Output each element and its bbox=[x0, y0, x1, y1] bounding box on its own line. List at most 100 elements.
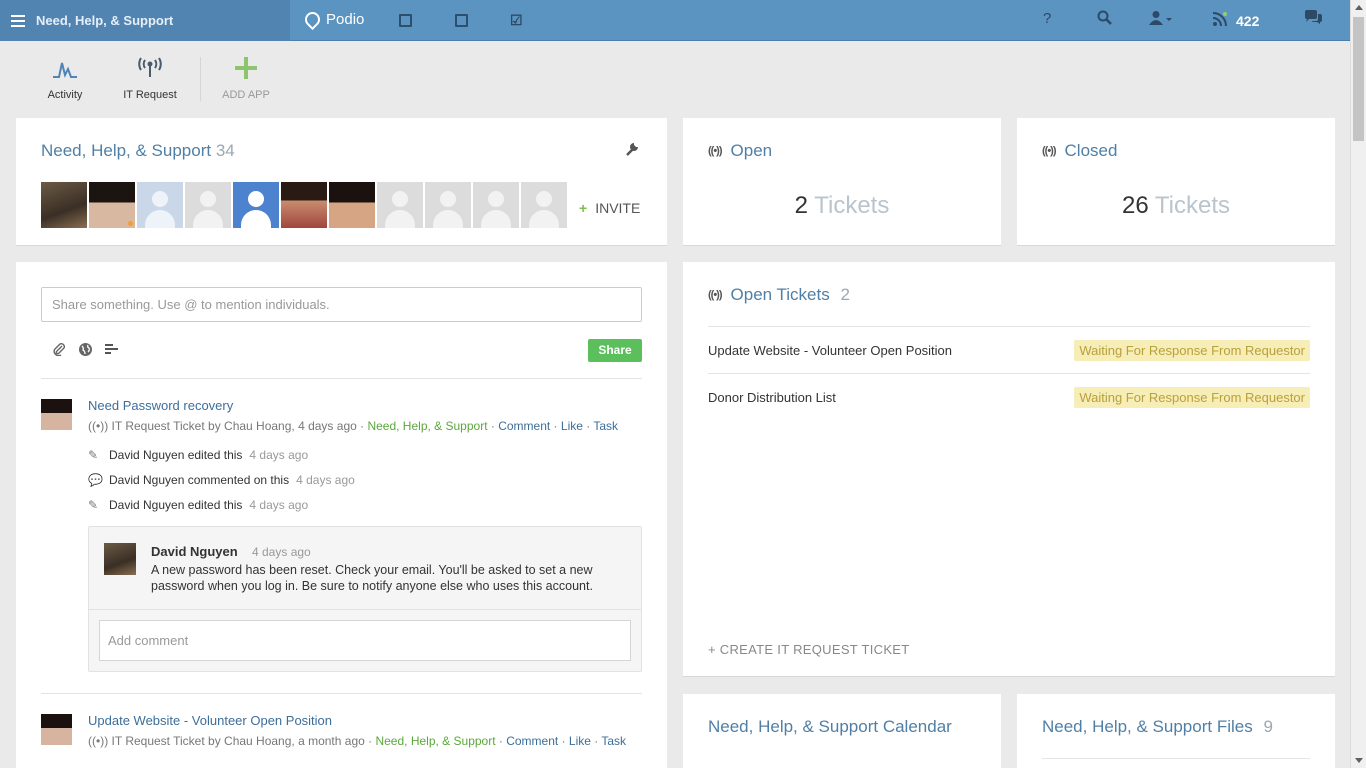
workspace-link[interactable]: Need, Help, & Support bbox=[367, 419, 487, 433]
app-activity[interactable]: Activity bbox=[47, 57, 83, 101]
post-author-avatar[interactable] bbox=[41, 399, 72, 430]
pencil-icon: ✎ bbox=[88, 448, 99, 462]
ticket-name[interactable]: Donor Distribution List bbox=[708, 390, 836, 405]
avatar[interactable] bbox=[137, 182, 183, 228]
podio-logo[interactable]: Podio bbox=[301, 8, 365, 31]
notifications-button[interactable]: 422 bbox=[1212, 11, 1259, 30]
attach-icon[interactable] bbox=[52, 342, 66, 360]
comment-link[interactable]: Comment bbox=[506, 734, 558, 748]
task-link[interactable]: Task bbox=[593, 419, 618, 433]
pencil-icon: ✎ bbox=[88, 498, 99, 512]
add-comment-input[interactable]: Add comment bbox=[99, 620, 631, 661]
ticket-row[interactable]: Donor Distribution List Waiting For Resp… bbox=[708, 373, 1310, 420]
help-icon[interactable]: ? bbox=[1043, 10, 1051, 27]
activity-entry: ✎ David Nguyen edited this 4 days ago bbox=[88, 498, 308, 512]
podio-mark-icon bbox=[301, 8, 324, 31]
scroll-thumb[interactable] bbox=[1353, 17, 1364, 141]
scroll-up-arrow-icon[interactable] bbox=[1355, 5, 1363, 10]
member-count: 34 bbox=[215, 141, 235, 160]
comment-author[interactable]: David Nguyen bbox=[151, 544, 238, 559]
avatar[interactable] bbox=[281, 182, 327, 228]
share-input[interactable]: Share something. Use @ to mention indivi… bbox=[41, 287, 642, 322]
ticket-row[interactable]: Update Website - Volunteer Open Position… bbox=[708, 326, 1310, 373]
antenna-icon: ((•)) bbox=[88, 734, 109, 748]
open-tickets-stat-card[interactable]: ((•)) Open 2 Tickets bbox=[683, 118, 1001, 246]
status-badge: Waiting For Response From Requestor bbox=[1074, 339, 1310, 361]
scroll-down-arrow-icon[interactable] bbox=[1355, 758, 1363, 763]
question-format-icon[interactable] bbox=[105, 342, 119, 360]
like-link[interactable]: Like bbox=[569, 734, 591, 748]
workspace-switcher[interactable]: Need, Help, & Support bbox=[0, 0, 290, 41]
avatar[interactable] bbox=[233, 182, 279, 228]
notification-count: 422 bbox=[1236, 12, 1260, 29]
closed-tickets-stat-card[interactable]: ((•)) Closed 26 Tickets bbox=[1017, 118, 1335, 246]
invite-button[interactable]: + INVITE bbox=[579, 200, 640, 216]
menu-icon[interactable] bbox=[11, 14, 25, 27]
calendar-icon[interactable] bbox=[455, 14, 468, 27]
workspace-name[interactable]: Need, Help, & Support bbox=[36, 13, 173, 28]
workspace-title[interactable]: Need, Help, & Support 34 bbox=[41, 141, 235, 161]
like-link[interactable]: Like bbox=[561, 419, 583, 433]
stat-title: Open bbox=[730, 141, 773, 160]
tickets-count: 2 bbox=[840, 285, 850, 304]
avatar[interactable] bbox=[89, 182, 135, 228]
divider bbox=[41, 378, 642, 379]
post-title[interactable]: Need Password recovery bbox=[88, 398, 233, 413]
online-status-icon bbox=[128, 221, 133, 226]
stat-count: 26 bbox=[1121, 192, 1149, 219]
stat-header: ((•)) Open bbox=[708, 141, 772, 161]
speech-bubble-icon: 💬 bbox=[88, 473, 103, 487]
comment-link[interactable]: Comment bbox=[498, 419, 550, 433]
avatar[interactable] bbox=[41, 182, 87, 228]
page-scrollbar[interactable] bbox=[1350, 0, 1366, 768]
notifications-icon bbox=[1212, 11, 1228, 30]
app-it-request[interactable]: IT Request bbox=[122, 57, 178, 101]
files-count: 9 bbox=[1263, 717, 1273, 736]
user-menu-icon[interactable] bbox=[1149, 10, 1173, 29]
files-title-text: Need, Help, & Support Files bbox=[1042, 717, 1253, 736]
search-icon[interactable] bbox=[1097, 10, 1112, 29]
task-link[interactable]: Task bbox=[601, 734, 626, 748]
antenna-icon: ((•)) bbox=[708, 289, 722, 301]
avatar[interactable] bbox=[329, 182, 375, 228]
invite-label: INVITE bbox=[595, 200, 641, 216]
plus-icon bbox=[222, 57, 270, 79]
comment-author-avatar[interactable] bbox=[104, 543, 136, 575]
calendar-title[interactable]: Need, Help, & Support Calendar bbox=[708, 717, 952, 737]
antenna-icon bbox=[122, 57, 178, 79]
plus-icon: + bbox=[579, 200, 588, 216]
comment-time: 4 days ago bbox=[252, 545, 311, 559]
avatar[interactable] bbox=[425, 182, 471, 228]
create-ticket-link[interactable]: + CREATE IT REQUEST TICKET bbox=[708, 642, 910, 657]
avatar[interactable] bbox=[473, 182, 519, 228]
stat-value: 26 Tickets bbox=[1017, 192, 1335, 220]
app-bar-divider bbox=[200, 57, 201, 101]
ticket-name[interactable]: Update Website - Volunteer Open Position bbox=[708, 343, 952, 358]
add-app-button[interactable]: ADD APP bbox=[222, 57, 270, 101]
avatar[interactable] bbox=[521, 182, 567, 228]
share-button[interactable]: Share bbox=[588, 339, 642, 362]
stat-value: 2 Tickets bbox=[683, 192, 1001, 220]
post-author-avatar[interactable] bbox=[41, 714, 72, 745]
activity-entry: ✎ David Nguyen edited this 4 days ago bbox=[88, 448, 308, 462]
avatar[interactable] bbox=[185, 182, 231, 228]
tasks-icon[interactable]: ☑ bbox=[510, 12, 523, 29]
comment-thread: David Nguyen 4 days ago A new password h… bbox=[88, 526, 642, 672]
workspace-link[interactable]: Need, Help, & Support bbox=[375, 734, 495, 748]
chat-icon[interactable] bbox=[1304, 10, 1323, 29]
stat-label: Tickets bbox=[814, 192, 890, 219]
app-label: IT Request bbox=[123, 89, 177, 101]
brand-name: Podio bbox=[326, 11, 365, 28]
activity-text: David Nguyen edited this bbox=[109, 448, 243, 462]
contacts-icon[interactable] bbox=[399, 14, 412, 27]
tickets-title[interactable]: Open Tickets 2 bbox=[731, 285, 850, 305]
open-tickets-card: ((•)) Open Tickets 2 Update Website - Vo… bbox=[683, 262, 1335, 677]
files-card: Need, Help, & Support Files 9 bbox=[1017, 694, 1335, 768]
files-title[interactable]: Need, Help, & Support Files 9 bbox=[1042, 717, 1273, 737]
globe-icon[interactable] bbox=[78, 342, 93, 360]
post-title[interactable]: Update Website - Volunteer Open Position bbox=[88, 713, 332, 728]
avatar[interactable] bbox=[377, 182, 423, 228]
share-tools bbox=[52, 342, 119, 360]
tickets-title-text: Open Tickets bbox=[730, 285, 830, 304]
wrench-icon[interactable] bbox=[625, 140, 641, 161]
